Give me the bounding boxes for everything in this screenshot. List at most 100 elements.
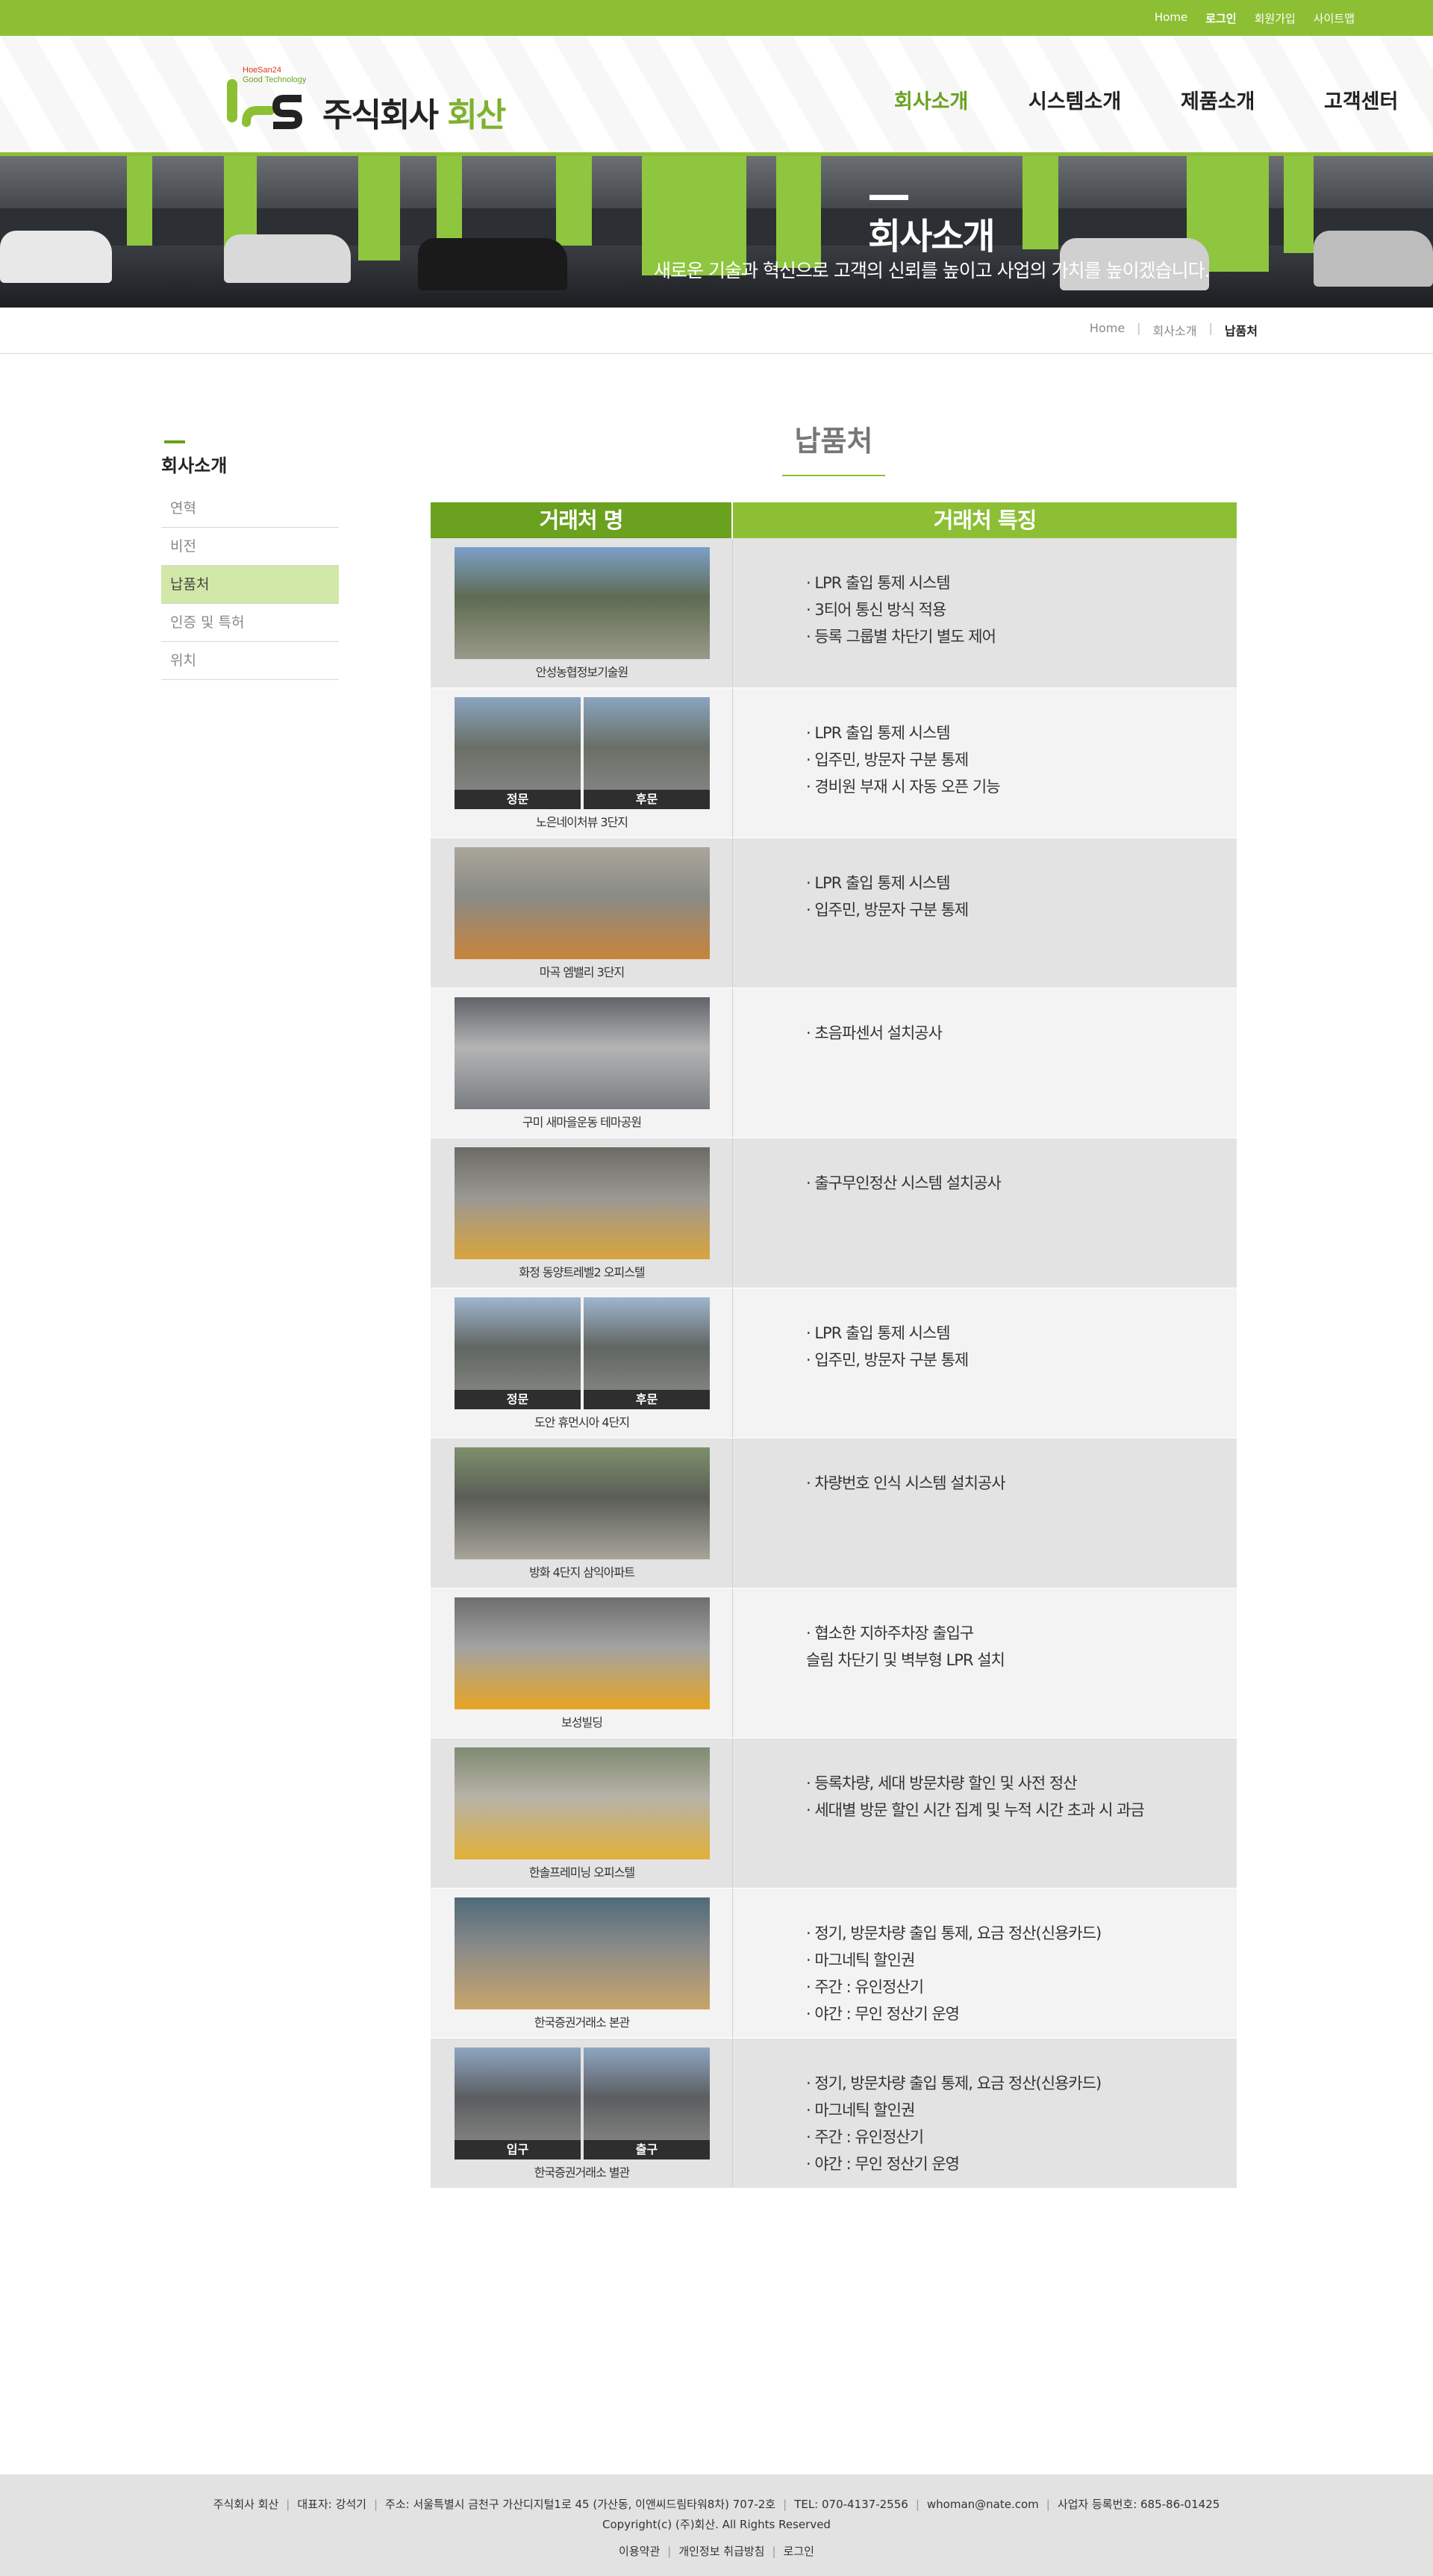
breadcrumb-section[interactable]: 회사소개: [1153, 321, 1197, 339]
breadcrumb-current: 납품처: [1224, 324, 1258, 338]
feature-list: · 등록차량, 세대 방문차량 할인 및 사전 정산 · 세대별 방문 할인 시간…: [806, 1770, 1145, 1824]
sidebar-menu: 연혁 비전 납품처 인증 및 특허 위치: [161, 490, 339, 680]
client-cell: 화정 동양트레벨2 오피스텔: [431, 1138, 733, 1288]
login-link[interactable]: 로그인: [1205, 10, 1236, 26]
feature-list: · 초음파센서 설치공사: [806, 1020, 943, 1047]
footer-link-login[interactable]: 로그인: [784, 2545, 814, 2558]
feature-item: · LPR 출입 통제 시스템: [806, 874, 951, 892]
feature-item: · 입주민, 방문자 구분 통제: [806, 901, 969, 919]
footer-address: 주소: 서울특별시 금천구 가산디지털1로 45 (가산동, 이앤씨드림타워8차…: [385, 2498, 776, 2511]
footer-links: 이용약관 | 개인정보 취급방침 | 로그인: [0, 2543, 1433, 2559]
photo-caption: 후문: [584, 790, 710, 809]
feature-item: · 협소한 지하주차장 출입구: [806, 1624, 974, 1642]
footer-separator: |: [783, 2498, 787, 2511]
nav-company[interactable]: 회사소개: [894, 85, 968, 114]
installation-image: [455, 547, 710, 659]
sidebar-item-history[interactable]: 연혁: [161, 490, 339, 528]
feature-item: 슬림 차단기 및 벽부형 LPR 설치: [806, 1651, 1005, 1669]
nav-support[interactable]: 고객센터: [1324, 85, 1398, 114]
footer-separator: |: [1046, 2498, 1050, 2511]
feature-item: · 입주민, 방문자 구분 통제: [806, 751, 969, 769]
banner-title-bar: [870, 195, 908, 200]
client-photo: [455, 847, 710, 959]
feature-list: · 출구무인정산 시스템 설치공사: [806, 1170, 1002, 1197]
breadcrumb-home[interactable]: Home: [1090, 321, 1125, 339]
feature-item: · 출구무인정산 시스템 설치공사: [806, 1174, 1002, 1192]
feature-item: · LPR 출입 통제 시스템: [806, 724, 951, 742]
parking-pillar: [556, 156, 592, 246]
table-row: 입구 출구 한국증권거래소 별관 · 정기, 방문차량 출입 통제, 요금 정산(신용…: [431, 2039, 1237, 2189]
client-cell: 방화 4단지 삼익아파트: [431, 1438, 733, 1588]
footer-separator: |: [667, 2545, 672, 2558]
table-row: 방화 4단지 삼익아파트 · 차량번호 인식 시스템 설치공사: [431, 1438, 1237, 1588]
parking-pillar: [776, 156, 821, 268]
client-cell: 마곡 엠밸리 3단지: [431, 838, 733, 988]
client-name: 노은네이처뷰 3단지: [535, 815, 628, 829]
photo-caption: 후문: [584, 1390, 710, 1409]
main-navigation: 회사소개 시스템소개 제품소개 고객센터: [761, 36, 1433, 155]
utility-links: Home 로그인 회원가입 사이트맵: [1155, 10, 1355, 26]
footer-tel: TEL: 070-4137-2556: [794, 2498, 908, 2511]
table-body: 안성농협정보기술원 · LPR 출입 통제 시스템 · 3티어 통신 방식 적용 · …: [431, 538, 1237, 2189]
client-cell: 한솔프레미닝 오피스텔: [431, 1738, 733, 1888]
client-photo: [455, 1147, 710, 1259]
site-footer: 주식회사 회산 | 대표자: 강석기 | 주소: 서울특별시 금천구 가산디지털1로 4…: [0, 2474, 1433, 2576]
features-cell: · 협소한 지하주차장 출입구 슬림 차단기 및 벽부형 LPR 설치: [733, 1588, 1237, 1738]
installation-image: [455, 847, 710, 959]
sidebar-item-vision[interactable]: 비전: [161, 528, 339, 566]
signup-link[interactable]: 회원가입: [1255, 10, 1296, 26]
client-name: 보성빌딩: [561, 1715, 603, 1730]
sitemap-link[interactable]: 사이트맵: [1314, 10, 1355, 26]
feature-list: · 차량번호 인식 시스템 설치공사: [806, 1470, 1006, 1497]
feature-list: · 정기, 방문차량 출입 통제, 요금 정산(신용카드) · 마그네틱 할인권 ·…: [806, 2070, 1102, 2177]
banner-car: [224, 234, 351, 283]
parking-pillar: [437, 156, 462, 238]
parking-pillar: [358, 156, 400, 261]
table-row: 한솔프레미닝 오피스텔 · 등록차량, 세대 방문차량 할인 및 사전 정산 · 세…: [431, 1738, 1237, 1889]
footer-link-terms[interactable]: 이용약관: [619, 2545, 660, 2558]
top-utility-bar: Home 로그인 회원가입 사이트맵: [0, 0, 1433, 36]
banner-subtitle: 새로운 기술과 혁신으로 고객의 신뢰를 높이고 사업의 가치를 높이겠습니다.: [654, 260, 1211, 281]
feature-item: · 등록차량, 세대 방문차량 할인 및 사전 정산: [806, 1774, 1078, 1792]
client-photo: [455, 1897, 710, 2009]
feature-item: · 정기, 방문차량 출입 통제, 요금 정산(신용카드): [806, 1924, 1102, 1942]
home-link[interactable]: Home: [1155, 10, 1187, 26]
sidebar-item-location[interactable]: 위치: [161, 642, 339, 680]
client-photo: 정문 후문: [455, 697, 710, 809]
footer-link-privacy[interactable]: 개인정보 취급방침: [678, 2545, 764, 2558]
footer-ceo: 대표자: 강석기: [297, 2498, 366, 2511]
features-cell: · LPR 출입 통제 시스템 · 3티어 통신 방식 적용 · 등록 그룹별 차단…: [733, 538, 1237, 687]
feature-item: · 경비원 부재 시 자동 오픈 기능: [806, 778, 1001, 796]
company-logo[interactable]: HoeSan24 Good Technology 주식회사 회산: [224, 66, 508, 134]
feature-list: · 협소한 지하주차장 출입구 슬림 차단기 및 벽부형 LPR 설치: [806, 1620, 1005, 1674]
client-cell: 한국증권거래소 본관: [431, 1889, 733, 2038]
column-header-client: 거래처 명: [431, 502, 733, 538]
client-photo: [455, 547, 710, 659]
breadcrumb-separator: |: [1137, 321, 1141, 335]
client-name: 화정 동양트레벨2 오피스텔: [519, 1265, 645, 1279]
table-row: 보성빌딩 · 협소한 지하주차장 출입구 슬림 차단기 및 벽부형 LPR 설치: [431, 1588, 1237, 1738]
client-cell: 안성농협정보기술원: [431, 538, 733, 687]
client-photo: 정문 후문: [455, 1297, 710, 1409]
table-row: 안성농협정보기술원 · LPR 출입 통제 시스템 · 3티어 통신 방식 적용 · …: [431, 538, 1237, 688]
sidebar-item-certifications[interactable]: 인증 및 특허: [161, 604, 339, 642]
logo-name-main: 주식회사: [322, 96, 439, 134]
banner-title: 회사소개: [868, 216, 996, 258]
sidebar-item-clients[interactable]: 납품처: [161, 566, 339, 604]
nav-products[interactable]: 제품소개: [1181, 85, 1255, 114]
table-row: 구미 새마을운동 테마공원 · 초음파센서 설치공사: [431, 988, 1237, 1138]
client-name: 안성농협정보기술원: [535, 665, 628, 679]
photo-caption: 정문: [455, 790, 581, 809]
feature-list: · LPR 출입 통제 시스템 · 3티어 통신 방식 적용 · 등록 그룹별 차단…: [806, 570, 996, 650]
footer-email: whoman@nate.com: [926, 2498, 1039, 2511]
parking-pillar: [127, 156, 152, 246]
nav-system[interactable]: 시스템소개: [1028, 85, 1121, 114]
installation-image: [455, 1897, 710, 2009]
footer-business-number: 사업자 등록번호: 685-86-01425: [1057, 2498, 1220, 2511]
features-cell: · 초음파센서 설치공사: [733, 988, 1237, 1138]
sidebar-title-mark: [164, 440, 185, 443]
feature-item: · LPR 출입 통제 시스템: [806, 574, 951, 592]
client-photo: 입구 출구: [455, 2048, 710, 2159]
client-name: 도안 휴먼시아 4단지: [534, 1415, 630, 1429]
page-title: 납품처: [794, 425, 873, 458]
